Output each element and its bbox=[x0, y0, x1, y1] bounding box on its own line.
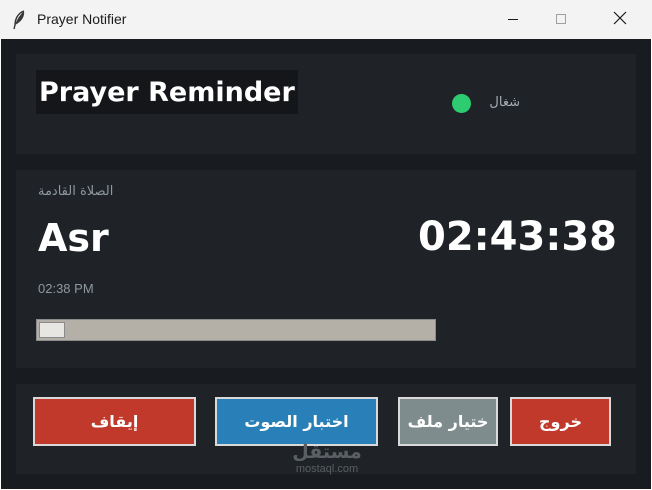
test-sound-button[interactable]: اختبار الصوت bbox=[215, 397, 378, 446]
next-prayer-time: 02:38 PM bbox=[38, 281, 94, 296]
window-title: Prayer Notifier bbox=[37, 11, 127, 27]
countdown-timer: 02:43:38 bbox=[418, 214, 617, 260]
exit-button[interactable]: خروج bbox=[510, 397, 611, 446]
stop-button[interactable]: إيقاف bbox=[33, 397, 196, 446]
maximize-icon bbox=[555, 10, 567, 29]
next-prayer-name: Asr bbox=[38, 216, 109, 260]
close-button[interactable] bbox=[597, 0, 643, 39]
status-label: شغال bbox=[489, 95, 520, 110]
choose-file-button[interactable]: ختيار ملف bbox=[398, 397, 498, 446]
minimize-button[interactable] bbox=[490, 0, 536, 39]
status-indicator-icon bbox=[452, 94, 471, 113]
maximize-button[interactable] bbox=[538, 0, 584, 39]
progress-handle bbox=[39, 322, 65, 338]
close-icon bbox=[613, 10, 627, 29]
watermark-arabic: مستقل bbox=[292, 441, 362, 463]
feather-icon bbox=[12, 10, 26, 30]
progress-bar bbox=[36, 319, 436, 341]
next-prayer-label: الصلاة القادمة bbox=[38, 184, 114, 199]
watermark-logo: مستقل mostaql.com bbox=[286, 441, 368, 475]
minimize-icon bbox=[507, 10, 519, 29]
app-title: Prayer Reminder bbox=[36, 70, 298, 114]
watermark-latin: mostaql.com bbox=[295, 463, 359, 475]
title-bar: Prayer Notifier bbox=[0, 0, 652, 39]
